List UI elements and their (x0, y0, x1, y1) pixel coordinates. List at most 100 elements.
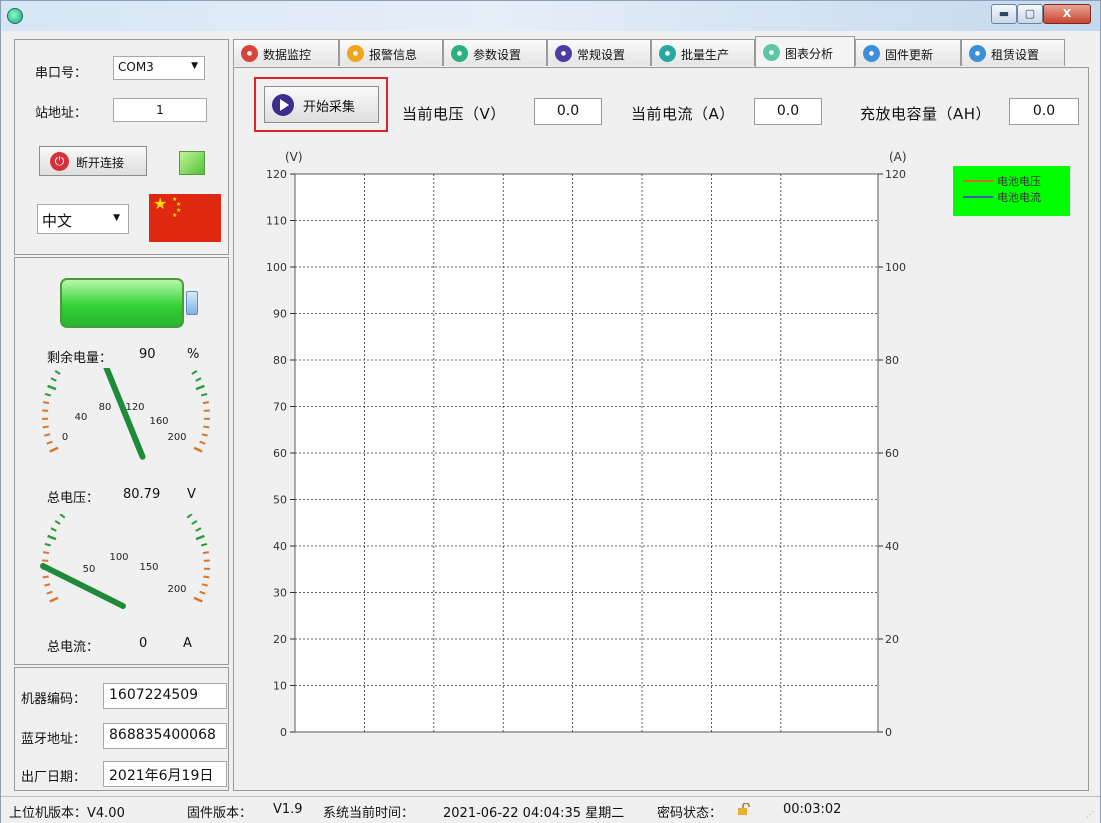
gauge-tick-label: 120 (125, 402, 144, 413)
gauge-tick-label: 50 (83, 564, 96, 575)
bluetooth-label: 蓝牙地址： (21, 732, 87, 747)
gauge-tick (44, 583, 51, 587)
app-icon (7, 8, 23, 24)
voltage-unit: V (187, 487, 196, 502)
machine-code-label: 机器编码： (21, 692, 87, 707)
right-tick-label: 120 (885, 168, 906, 181)
system-time-value: 2021-06-22 04:04:35 星期二 (443, 806, 625, 821)
tab-production[interactable]: ● 批量生产 (651, 39, 755, 66)
gauge-tick (44, 392, 52, 397)
tab-lease[interactable]: ● 租赁设置 (961, 39, 1065, 66)
close-button[interactable]: X (1043, 4, 1091, 24)
current-label: 总电流： (47, 640, 100, 655)
maximize-button[interactable]: ▢ (1017, 4, 1043, 24)
tab-settings[interactable]: ● 参数设置 (443, 39, 547, 66)
gauge-tick (201, 433, 208, 437)
left-tick-label: 80 (273, 354, 287, 367)
legend-swatch (963, 180, 993, 182)
status-bar: 上位机版本：V4.00 固件版本： V1.9 系统当前时间： 2021-06-2… (1, 796, 1100, 823)
tab-home[interactable]: ● 数据监控 (233, 39, 339, 66)
left-tick-label: 30 (273, 587, 287, 600)
settings-icon: ● (451, 45, 468, 62)
gauge-tick (193, 446, 203, 453)
tab-chart[interactable]: ● 图表分析 (755, 36, 855, 67)
password-status-label: 密码状态： (657, 806, 723, 821)
home-icon: ● (241, 45, 258, 62)
tab-general[interactable]: ● 常规设置 (547, 39, 651, 66)
gauge-tick (42, 425, 49, 429)
voltage-label: 总电压： (47, 491, 100, 506)
gauge-tick (42, 551, 50, 555)
station-input[interactable]: 1 (113, 98, 207, 122)
tab-firmware[interactable]: ● 固件更新 (855, 39, 961, 66)
china-flag-icon[interactable]: ★ ★ ★ ★ ★ (149, 194, 221, 242)
gauge-tick (44, 433, 51, 437)
gauge-tick (199, 590, 206, 595)
app-window: ▬ ▢ X 串口号： COM3 ▼ 站地址： 1 ⏻ 断开连接 中文 ▼ ★ ★… (0, 0, 1101, 823)
factory-date-field: 2021年6月19日 (103, 761, 227, 787)
voltage-value: 80.79 (123, 487, 161, 502)
legend-swatch (963, 196, 993, 198)
legend-label: 电池电压 (997, 175, 1041, 188)
minimize-button[interactable]: ▬ (991, 4, 1017, 24)
chart-legend: 电池电压 电池电流 (953, 166, 1070, 216)
port-select[interactable]: COM3 ▼ (113, 56, 205, 80)
host-version: 上位机版本：V4.00 (9, 806, 125, 821)
chart-icon: ● (763, 44, 780, 61)
tab-label: 图表分析 (785, 47, 834, 61)
machine-code-field: 1607224509 (103, 683, 227, 709)
right-axis-unit: (A) (889, 150, 907, 164)
alarm-icon: ● (347, 45, 364, 62)
battery-cap (186, 291, 198, 315)
voltage-gauge: 0 40 80 120 160 200 (42, 368, 210, 460)
resize-grip-icon[interactable]: ⋰ (1086, 810, 1096, 820)
gauge-tick (47, 384, 57, 391)
gauge-tick (50, 377, 57, 382)
remaining-unit: % (187, 347, 200, 362)
gauge-tick (44, 542, 52, 547)
left-tick-label: 70 (273, 401, 287, 414)
gauge-tick (195, 527, 202, 532)
gauge-tick (191, 520, 198, 525)
bluetooth-field: 868835400068 (103, 723, 227, 749)
right-tick-label: 80 (885, 354, 899, 367)
tab-label: 固件更新 (885, 48, 934, 62)
gauge-tick (191, 370, 198, 375)
gauge-tick (46, 590, 53, 595)
current-gauge: 50 100 150 200 (40, 514, 210, 609)
left-tick-label: 120 (266, 168, 287, 181)
gauge-tick (49, 596, 59, 603)
tab-label: 数据监控 (263, 48, 312, 62)
device-info-panel: 机器编码： 1607224509 蓝牙地址： 868835400068 出厂日期… (14, 667, 229, 791)
gauge-tick (59, 514, 66, 519)
gauge-tick (199, 440, 206, 445)
remaining-label: 剩余电量： (47, 351, 113, 366)
firmware-icon: ● (863, 45, 880, 62)
right-tick-label: 60 (885, 447, 899, 460)
gauge-tick (201, 583, 208, 587)
plot-area (294, 173, 879, 733)
right-tick-label: 20 (885, 633, 899, 646)
left-tick-label: 50 (273, 494, 287, 507)
right-tick-label: 100 (885, 261, 906, 274)
unlock-icon (738, 803, 750, 815)
gauge-tick-label: 150 (139, 562, 158, 573)
lease-icon: ● (969, 45, 986, 62)
gauge-tick-label: 0 (62, 432, 68, 443)
gauge-tick (203, 575, 210, 579)
tab-alarm[interactable]: ● 报警信息 (339, 39, 443, 66)
chevron-down-icon: ▼ (191, 61, 198, 71)
gauge-tick-label: 80 (99, 402, 112, 413)
tab-label: 租赁设置 (991, 48, 1040, 62)
firmware-version-value: V1.9 (273, 802, 303, 817)
tab-label: 批量生产 (681, 48, 730, 62)
disconnect-label: 断开连接 (76, 156, 125, 170)
gauge-tick (193, 596, 203, 603)
disconnect-button[interactable]: ⏻ 断开连接 (39, 146, 147, 176)
language-select[interactable]: 中文 ▼ (37, 204, 129, 234)
right-tick-label: 0 (885, 726, 892, 739)
gauge-tick (54, 520, 61, 525)
gauge-tick (202, 551, 210, 555)
gauge-tick (42, 401, 50, 405)
connection-status-led (179, 151, 205, 175)
